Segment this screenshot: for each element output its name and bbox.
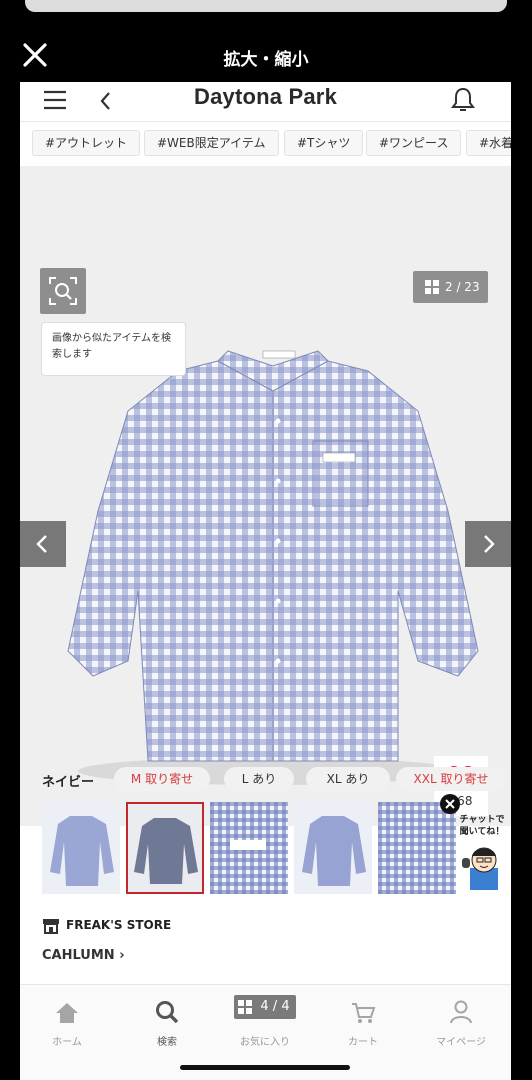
user-icon	[450, 1000, 472, 1024]
site-logo[interactable]: Daytona Park	[20, 84, 511, 110]
grid-icon	[238, 1000, 252, 1014]
size-option-m[interactable]: M 取り寄せ	[114, 767, 210, 791]
search-icon	[156, 1001, 179, 1024]
tab-search[interactable]: 検索	[132, 995, 202, 1048]
thumbnail-4[interactable]	[294, 802, 372, 894]
tab-mypage-label: マイページ	[436, 1037, 486, 1048]
grid-icon	[425, 280, 439, 294]
image-counter[interactable]: 2 / 23	[413, 271, 488, 303]
product-shirt-image	[67, 350, 479, 785]
tab-cart-label: カート	[348, 1037, 378, 1048]
notification-bell-icon[interactable]	[450, 86, 476, 114]
viewer-header: 拡大・縮小	[0, 30, 532, 82]
background-card-edge	[25, 0, 507, 12]
product-image-area[interactable]: 画像から似たアイテムを検索します 2 / 23 368	[20, 166, 511, 826]
thumbnail-3[interactable]	[210, 802, 288, 894]
hashtag-bar: #アウトレット #WEB限定アイテム #Tシャツ #ワンピース #水着	[20, 128, 511, 158]
tag-outlet[interactable]: #アウトレット	[32, 130, 141, 156]
viewer-title: 拡大・縮小	[223, 50, 309, 70]
thumbnail-2-selected[interactable]	[126, 802, 204, 894]
chat-widget[interactable]: チャットで聞いてね！	[440, 794, 508, 890]
color-label: ネイビー	[42, 775, 95, 790]
chat-close-icon[interactable]	[440, 794, 460, 814]
size-option-l[interactable]: L あり	[224, 767, 294, 791]
home-icon	[56, 1003, 78, 1023]
chat-prompt-text: チャットで聞いてね！	[459, 815, 505, 837]
tab-mypage[interactable]: マイページ	[426, 995, 496, 1048]
tab-cart[interactable]: カート	[328, 995, 398, 1048]
image-counter-text: 2 / 23	[445, 280, 480, 294]
bottom-tab-bar: ホーム 検索 4 / 4 お気に入り カート マイページ	[20, 984, 511, 1080]
cart-icon	[352, 1003, 376, 1023]
tag-onepiece[interactable]: #ワンピース	[366, 130, 462, 156]
tab-favorites[interactable]: 4 / 4 お気に入り	[230, 995, 300, 1048]
tab-home[interactable]: ホーム	[32, 995, 102, 1048]
tag-web-limited[interactable]: #WEB限定アイテム	[144, 130, 279, 156]
tag-swimwear[interactable]: #水着	[466, 130, 511, 156]
image-search-icon[interactable]	[40, 268, 86, 314]
chat-avatar-icon	[462, 847, 498, 890]
tab-favorites-label: お気に入り	[240, 1037, 290, 1048]
size-option-xl[interactable]: XL あり	[306, 767, 390, 791]
prev-image-button[interactable]	[20, 521, 66, 567]
page-screenshot: Daytona Park #アウトレット #WEB限定アイテム #Tシャツ #ワ…	[20, 82, 511, 1080]
home-indicator	[180, 1065, 350, 1070]
tag-tshirt[interactable]: #Tシャツ	[284, 130, 364, 156]
store-name: FREAK'S STORE	[66, 918, 172, 932]
favorites-count-box: 4 / 4	[234, 995, 296, 1019]
tab-home-label: ホーム	[52, 1037, 82, 1048]
size-option-xxl[interactable]: XXL 取り寄せ	[396, 767, 506, 791]
image-search-tooltip: 画像から似たアイテムを検索します	[41, 322, 186, 376]
thumbnail-1[interactable]	[42, 802, 120, 894]
size-selector: ネイビー M 取り寄せ L あり XL あり XXL 取り寄せ	[20, 767, 511, 793]
tab-search-label: 検索	[157, 1037, 177, 1048]
favorites-count-text: 4 / 4	[260, 999, 290, 1014]
brand-link[interactable]: CAHLUMN ›	[42, 948, 125, 963]
next-image-button[interactable]	[465, 521, 511, 567]
app-header: Daytona Park	[20, 82, 511, 122]
store-icon	[43, 919, 59, 934]
